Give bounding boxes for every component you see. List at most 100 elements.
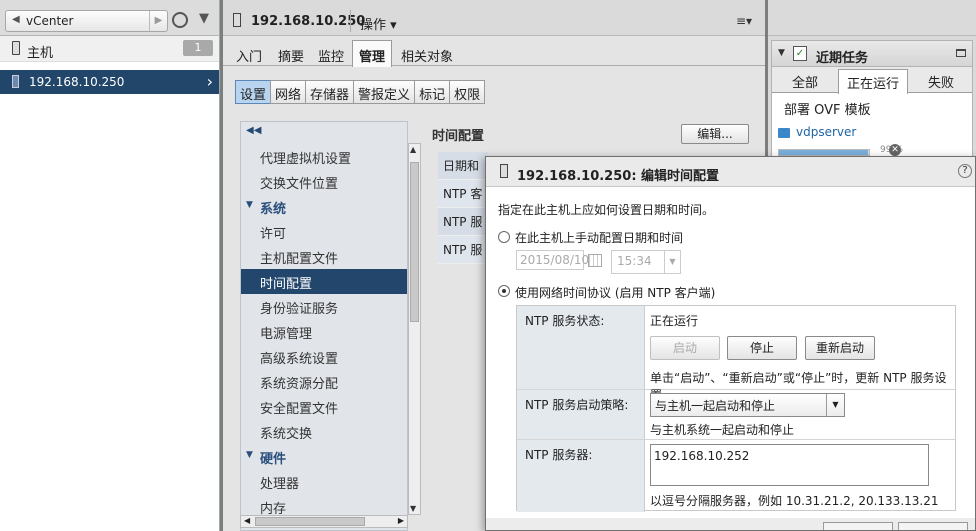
settings-item[interactable]: 系统资源分配 [241,369,407,394]
policy-select-value: 与主机一起启动和停止 [655,399,776,413]
tab-all[interactable]: 全部 [792,72,818,91]
stop-button[interactable]: 停止 [727,336,797,360]
scroll-right-icon[interactable]: ▶ [398,516,404,525]
settings-item[interactable]: 系统交换 [241,419,407,444]
manual-time-radio[interactable] [498,231,510,243]
task-clipboard-icon: ✓ [793,46,807,61]
navigator-panel: ◀ vCenter ▶ ▼ 主机 1 192.168.10.250 › [0,0,220,531]
settings-item-label: 系统交换 [260,427,313,442]
restart-button[interactable]: 重新启动 [805,336,875,360]
tab-related-objects[interactable]: 相关对象 [395,43,459,66]
edit-button[interactable]: 编辑... [681,124,749,144]
servers-label: NTP 服务器: [517,440,645,512]
settings-item-label: 系统资源分配 [260,377,339,392]
scrollbar-thumb[interactable] [255,517,365,526]
settings-group-hardware[interactable]: ▼ 硬件 [241,444,407,469]
host-icon [233,13,241,27]
hosts-header[interactable]: 主机 1 [0,36,219,62]
settings-item-time-configuration[interactable]: 时间配置 [241,269,407,294]
cancel-task-icon[interactable]: ✕ [889,144,901,156]
forward-arrow-icon[interactable]: ▶ [149,11,167,31]
recent-tasks-title: 近期任务 [816,51,869,66]
expand-arrow-icon[interactable]: ▼ [246,200,253,210]
tab-monitor[interactable]: 监控 [312,43,350,66]
host-icon [12,41,20,55]
expand-arrow-icon[interactable]: ▼ [246,450,253,460]
settings-item[interactable]: 处理器 [241,469,407,494]
settings-item[interactable]: 许可 [241,219,407,244]
host-list-item[interactable]: 192.168.10.250 › [0,70,219,94]
manual-time-label[interactable]: 在此主机上手动配置日期和时间 [515,229,683,246]
subtab-alarm-definitions[interactable]: 警报定义 [353,80,416,104]
task-target-link[interactable]: vdpserver [778,125,856,139]
vm-icon [778,127,790,138]
scroll-up-icon[interactable]: ▲ [410,145,416,154]
chevron-right-icon[interactable]: › [207,72,213,91]
ntp-option-label[interactable]: 使用网络时间协议 (启用 NTP 客户端) [515,284,715,301]
edit-time-config-dialog: 192.168.10.250: 编辑时间配置 ? 指定在此主机上应如何设置日期和… [485,156,976,531]
settings-group-system[interactable]: ▼ 系统 [241,194,407,219]
table-row: NTP 服 [438,236,488,264]
ntp-radio[interactable] [498,285,510,297]
history-icon[interactable] [172,12,188,28]
back-arrow-icon[interactable]: ◀ [12,14,20,25]
settings-item[interactable]: 代理虚拟机设置 [241,144,407,169]
tab-running[interactable]: 正在运行 [838,69,909,94]
host-item-label: 192.168.10.250 [29,75,125,89]
pin-icon[interactable]: ▼ [199,11,209,26]
actions-menu[interactable]: 操作 ▾ [360,14,397,33]
scroll-left-icon[interactable]: ◀ [244,516,250,525]
host-icon [500,164,508,178]
collapse-arrow-icon[interactable]: ▼ [778,48,785,58]
settings-group-label: 系统 [260,202,287,217]
start-button[interactable]: 启动 [650,336,720,360]
tab-getting-started[interactable]: 入门 [230,43,268,66]
help-icon[interactable]: ? [958,164,972,178]
object-tabs: 入门 摘要 监控 管理 相关对象 [223,40,765,67]
tab-summary[interactable]: 摘要 [272,43,310,66]
chevron-down-icon[interactable]: ▼ [826,394,844,416]
ntp-servers-input[interactable]: 192.168.10.252 [650,444,929,486]
settings-item[interactable]: 安全配置文件 [241,394,407,419]
subtab-tags[interactable]: 标记 [414,80,451,104]
subtab-settings[interactable]: 设置 [235,80,272,104]
settings-item-label: 安全配置文件 [260,402,339,417]
settings-item[interactable]: 高级系统设置 [241,344,407,369]
settings-item[interactable]: 主机配置文件 [241,244,407,269]
table-row: 日期和 [438,152,488,180]
dialog-intro: 指定在此主机上应如何设置日期和时间。 [498,203,715,217]
menu-icon[interactable]: ≡▾ [733,14,755,30]
collapse-icon[interactable]: ◀◀ [246,125,261,136]
scroll-down-icon[interactable]: ▼ [410,504,416,513]
settings-item-label: 处理器 [260,477,300,492]
cancel-button[interactable] [898,522,968,530]
tasks-toolbar [768,0,976,36]
settings-item[interactable]: 交换文件位置 [241,169,407,194]
hosts-label: 主机 [27,46,54,61]
chevron-down-icon[interactable]: ▼ [664,251,680,273]
ok-button[interactable] [823,522,893,530]
horizontal-scrollbar[interactable]: ◀ ▶ [240,515,408,528]
settings-item[interactable]: 身份验证服务 [241,294,407,319]
settings-item[interactable]: 电源管理 [241,319,407,344]
subtab-networking[interactable]: 网络 [270,80,307,104]
subtab-permissions[interactable]: 权限 [449,80,486,104]
ntp-status-row: NTP 服务状态: 正在运行 启动 停止 重新启动 单击“启动”、“重新启动”或… [517,306,955,402]
servers-hint: 以逗号分隔服务器，例如 10.31.21.2, 20.133.13.21 [650,494,939,508]
subtab-storage[interactable]: 存储器 [305,80,355,104]
tab-manage[interactable]: 管理 [352,40,393,67]
table-row: NTP 服 [438,208,488,236]
settings-item-label: 代理虚拟机设置 [260,152,352,167]
calendar-icon[interactable] [588,254,602,267]
breadcrumb[interactable]: ◀ vCenter ▶ [5,10,168,32]
date-field[interactable]: 2015/08/10 [516,250,589,270]
time-field[interactable]: 15:34 ▼ [611,250,681,274]
maximize-icon[interactable] [956,49,966,57]
vertical-scrollbar[interactable]: ▲ ▼ [408,143,421,515]
tab-failed[interactable]: 失败 [928,72,954,91]
scrollbar-thumb[interactable] [410,162,419,322]
table-row: NTP 客 [438,180,488,208]
recent-tasks-header[interactable]: ▼ ✓ 近期任务 [772,41,972,67]
settings-item-label: 高级系统设置 [260,352,339,367]
startup-policy-select[interactable]: 与主机一起启动和停止 ▼ [650,393,845,417]
